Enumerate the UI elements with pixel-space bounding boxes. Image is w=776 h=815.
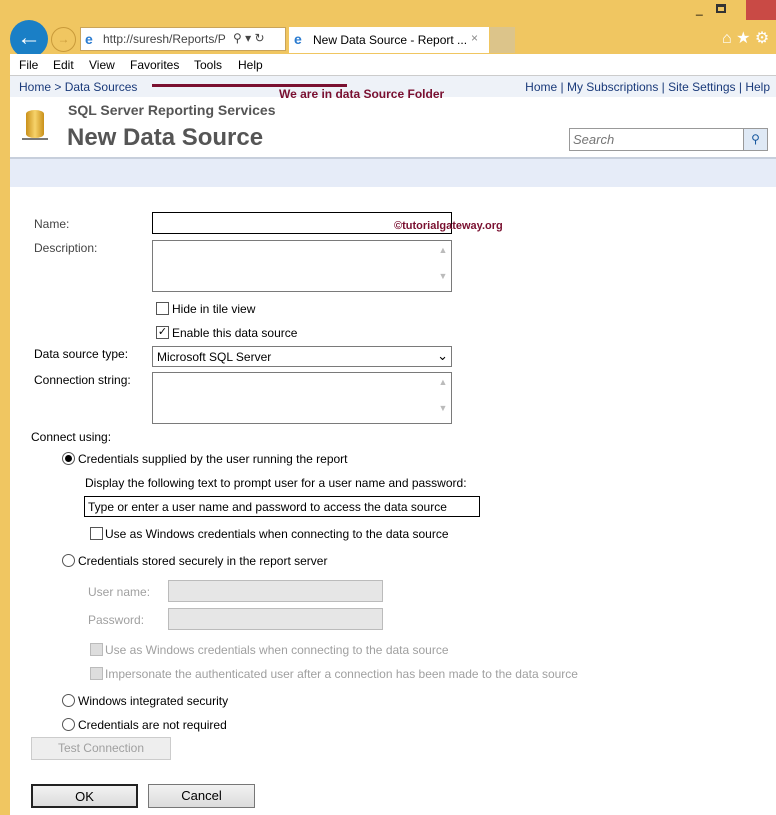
watermark: ©tutorialgateway.org	[394, 220, 503, 232]
gear-icon[interactable]: ⚙	[755, 30, 769, 47]
back-button[interactable]: ←	[10, 20, 48, 58]
type-value: Microsoft SQL Server	[157, 350, 272, 364]
use-windows2-checkbox	[90, 643, 103, 656]
menu-edit[interactable]: Edit	[53, 58, 74, 72]
toolbar-icons: ⌂ ★ ⚙	[722, 28, 769, 48]
link-site-settings[interactable]: Site Settings	[668, 80, 735, 94]
hide-tile-checkbox[interactable]	[156, 302, 169, 315]
enable-label: Enable this data source	[172, 326, 298, 340]
password-label: Password:	[88, 613, 145, 627]
address-bar[interactable]: e http://suresh/Reports/P ⚲ ▾ ↻	[80, 27, 286, 51]
username-input	[168, 580, 383, 602]
top-links: Home | My Subscriptions | Site Settings …	[525, 80, 770, 94]
prompt-value: Type or enter a user name and password t…	[88, 500, 447, 514]
search-button[interactable]: ⚲	[743, 128, 768, 151]
header-divider	[10, 157, 776, 187]
link-home[interactable]: Home	[525, 80, 557, 94]
breadcrumb: Home > Data Sources	[19, 80, 137, 94]
url-text: http://suresh/Reports/P	[103, 32, 226, 46]
description-label: Description:	[34, 241, 98, 255]
impersonate-label: Impersonate the authenticated user after…	[105, 667, 578, 681]
radio-opt3[interactable]	[62, 694, 75, 707]
description-textarea[interactable]: ▲ ▼	[152, 240, 452, 292]
use-windows2-label: Use as Windows credentials when connecti…	[105, 643, 449, 657]
data-source-icon	[26, 110, 44, 138]
radio-opt2[interactable]	[62, 554, 75, 567]
search-input[interactable]	[569, 128, 744, 151]
use-windows1-checkbox[interactable]	[90, 527, 103, 540]
chevron-down-icon: ⌄	[437, 348, 448, 363]
test-connection-button[interactable]: Test Connection	[31, 737, 171, 760]
search-icon[interactable]: ⚲ ▾ ↻	[233, 31, 265, 45]
menu-bar: File Edit View Favorites Tools Help	[10, 54, 776, 76]
minimize-button[interactable]: _	[696, 2, 703, 16]
impersonate-checkbox	[90, 667, 103, 680]
prompt-label: Display the following text to prompt use…	[85, 476, 467, 490]
link-help[interactable]: Help	[745, 80, 770, 94]
menu-tools[interactable]: Tools	[194, 58, 222, 72]
tab-new-data-source[interactable]: e New Data Source - Report ... ×	[289, 27, 489, 53]
connection-string-label: Connection string:	[34, 373, 131, 387]
menu-view[interactable]: View	[89, 58, 115, 72]
opt3-label: Windows integrated security	[78, 694, 229, 708]
favorites-star-icon[interactable]: ★	[736, 30, 750, 47]
use-windows1-label: Use as Windows credentials when connecti…	[105, 527, 449, 541]
name-label: Name:	[34, 217, 70, 231]
page-title: New Data Source	[67, 124, 264, 151]
ok-button[interactable]: OK	[31, 784, 138, 808]
prompt-input[interactable]: Type or enter a user name and password t…	[84, 496, 480, 517]
radio-opt4[interactable]	[62, 718, 75, 731]
breadcrumb-home[interactable]: Home	[19, 80, 51, 94]
connection-string-textarea[interactable]: ▲ ▼	[152, 372, 452, 424]
maximize-button[interactable]	[716, 4, 726, 13]
breadcrumb-data-sources[interactable]: Data Sources	[65, 80, 138, 94]
link-my-subscriptions[interactable]: My Subscriptions	[567, 80, 658, 94]
tab-title: New Data Source - Report ...	[313, 33, 468, 47]
hide-tile-label: Hide in tile view	[172, 302, 256, 316]
cancel-button[interactable]: Cancel	[148, 784, 255, 808]
password-input	[168, 608, 383, 630]
page-content: Home > Data Sources We are in data Sourc…	[10, 76, 776, 815]
ie-icon: e	[294, 31, 302, 47]
type-label: Data source type:	[34, 347, 129, 361]
menu-file[interactable]: File	[19, 58, 38, 72]
window-controls: _	[696, 0, 776, 20]
ie-icon: e	[85, 31, 93, 47]
connect-using-label: Connect using:	[31, 430, 112, 444]
new-tab-button[interactable]	[490, 27, 515, 53]
opt2-label: Credentials stored securely in the repor…	[78, 554, 328, 568]
annotation-text: We are in data Source Folder	[279, 87, 445, 101]
network-icon	[22, 138, 48, 140]
radio-opt1[interactable]	[62, 452, 75, 465]
opt4-label: Credentials are not required	[78, 718, 227, 732]
data-source-type-select[interactable]: Microsoft SQL Server ⌄	[152, 346, 452, 367]
header-subtitle: SQL Server Reporting Services	[68, 102, 276, 118]
breadcrumb-sep: >	[54, 80, 62, 94]
username-label: User name:	[88, 585, 151, 599]
menu-help[interactable]: Help	[238, 58, 263, 72]
menu-favorites[interactable]: Favorites	[130, 58, 179, 72]
opt1-label: Credentials supplied by the user running…	[78, 452, 348, 466]
close-button[interactable]	[746, 0, 776, 20]
forward-button[interactable]: →	[51, 27, 76, 52]
home-icon[interactable]: ⌂	[722, 30, 732, 47]
close-tab-icon[interactable]: ×	[471, 31, 478, 45]
enable-checkbox[interactable]: ✓	[156, 326, 169, 339]
